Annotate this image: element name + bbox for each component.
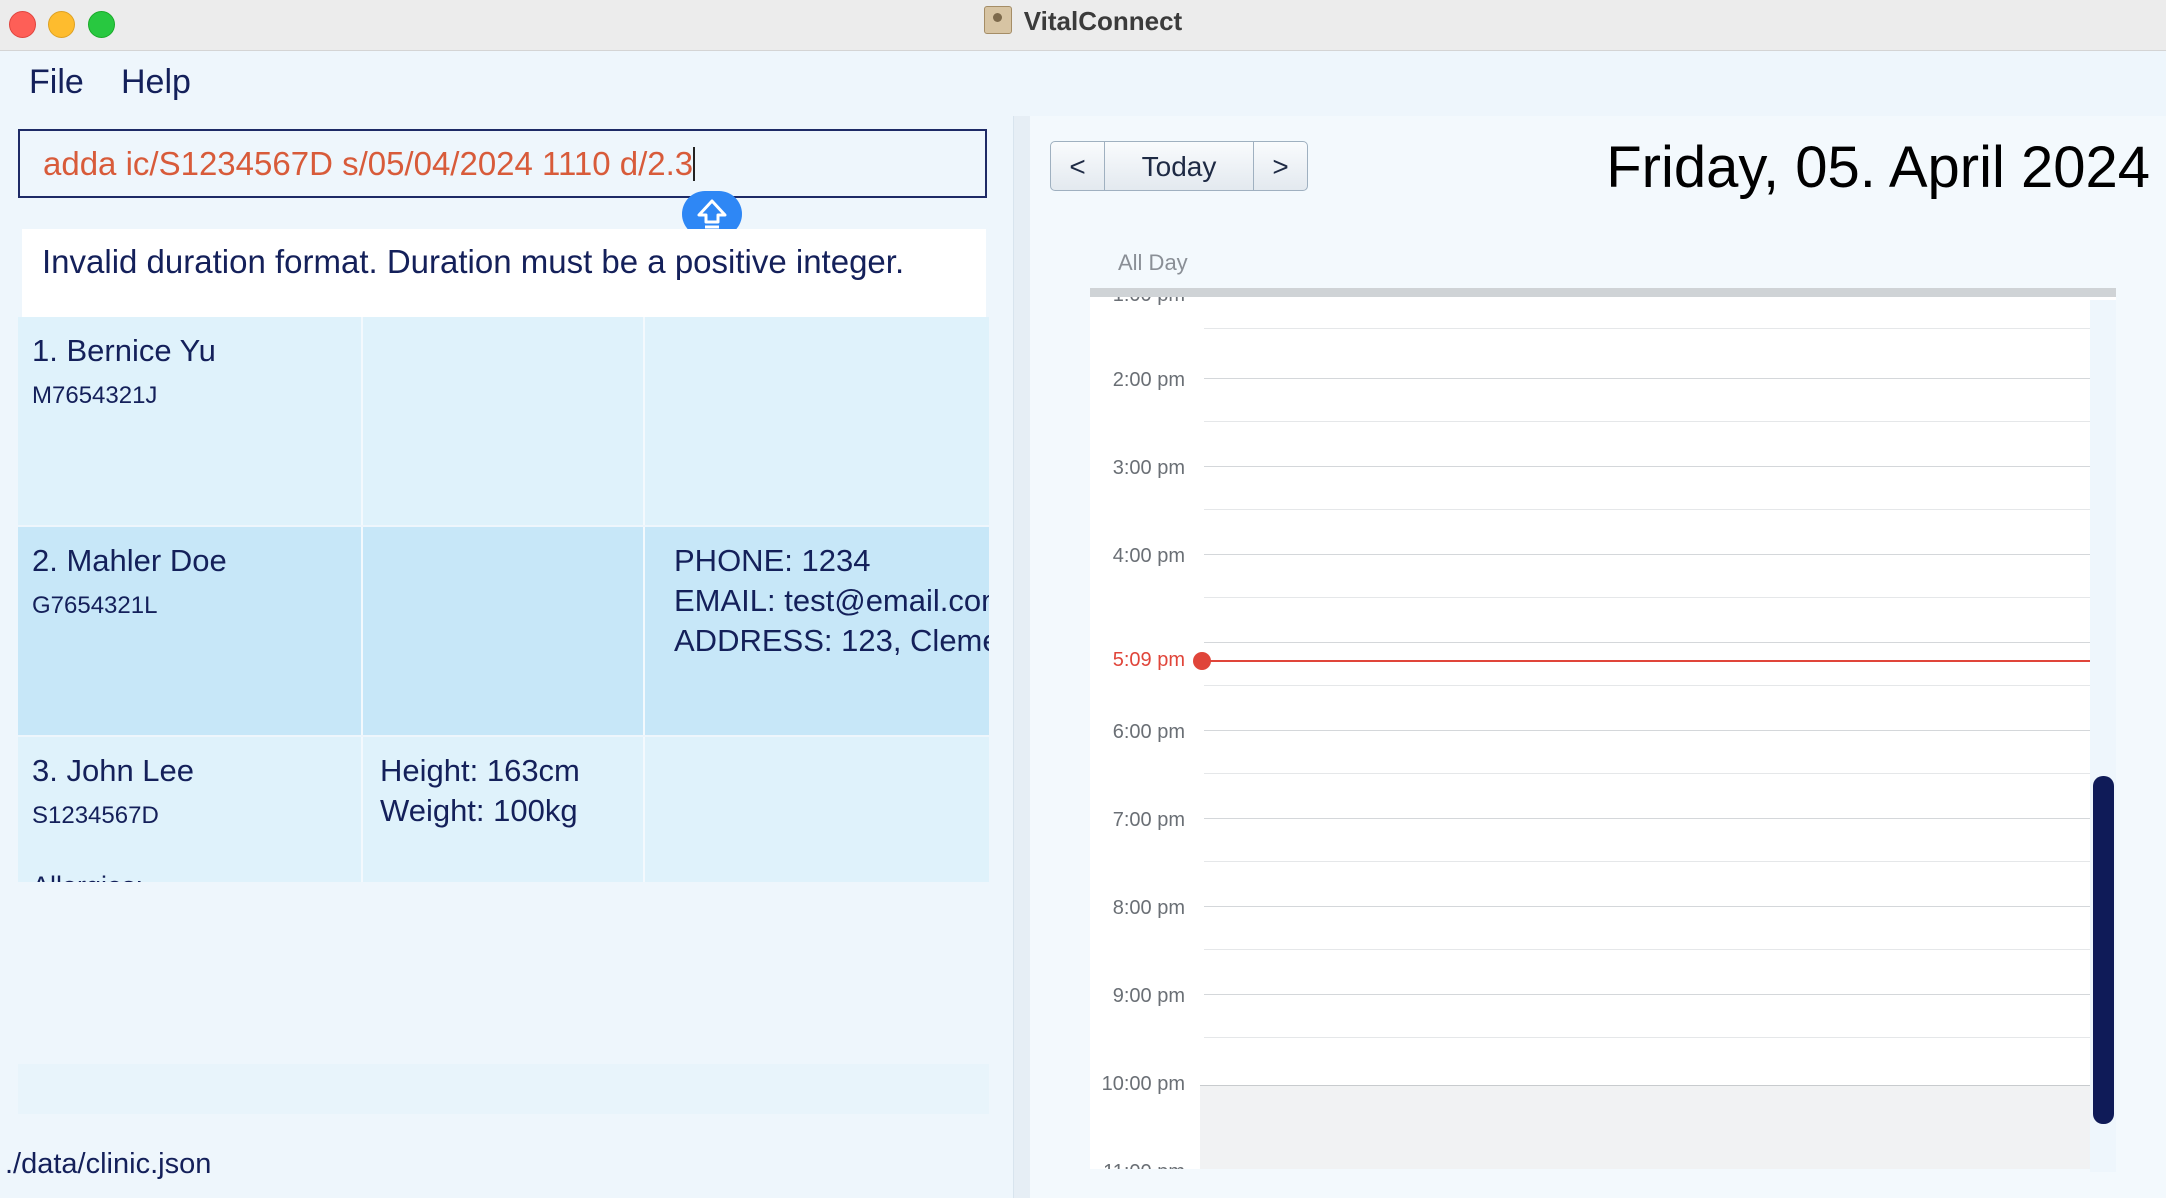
- hour-label: 11:00 pm: [1090, 1161, 1185, 1169]
- hour-line: [1204, 818, 2110, 819]
- hour-label: 4:00 pm: [1112, 545, 1185, 567]
- text-caret: [693, 147, 696, 181]
- hour-label: 9:00 pm: [1112, 985, 1185, 1007]
- column-divider: [643, 527, 645, 735]
- hour-line: [1204, 378, 2110, 379]
- half-hour-line: [1204, 509, 2110, 510]
- half-hour-line: [1204, 1037, 2110, 1038]
- current-time-label: 5:09 pm: [1112, 649, 1185, 671]
- column-divider: [361, 317, 363, 525]
- patient-name: 1. Bernice Yu: [32, 333, 216, 368]
- after-hours-area: [1200, 1085, 2116, 1169]
- column-divider: [643, 737, 645, 882]
- column-divider: [361, 527, 363, 735]
- patient-weight: Weight: 100kg: [380, 793, 578, 828]
- window-title: VitalConnect: [0, 0, 2166, 42]
- half-hour-line: [1204, 685, 2110, 686]
- patient-address: ADDRESS: 123, Clementi: [674, 623, 989, 658]
- hour-line: [1204, 554, 2110, 555]
- current-time-dot: [1193, 652, 1211, 670]
- panel-splitter[interactable]: [1013, 116, 1030, 1198]
- window-title-text: VitalConnect: [1023, 6, 1183, 36]
- hour-line: [1204, 730, 2110, 731]
- patient-height: Height: 163cm: [380, 753, 580, 788]
- status-bar-path: ./data/clinic.json: [5, 1148, 212, 1180]
- half-hour-line: [1204, 328, 2110, 329]
- title-bar: VitalConnect: [0, 0, 2166, 51]
- half-hour-line: [1204, 861, 2110, 862]
- result-message: Invalid duration format. Duration must b…: [42, 243, 905, 280]
- command-input-text: adda ic/S1234567D s/05/04/2024 1110 d/2.…: [43, 145, 696, 183]
- patient-row[interactable]: 1. Bernice Yu M7654321J: [18, 317, 989, 525]
- column-divider: [361, 737, 363, 882]
- hour-label: 8:00 pm: [1112, 897, 1185, 919]
- hour-label: 10:00 pm: [1101, 1073, 1185, 1095]
- patient-phone: PHONE: 1234: [674, 543, 871, 578]
- app-icon: [983, 6, 1012, 34]
- half-hour-line: [1204, 773, 2110, 774]
- previous-day-button[interactable]: <: [1050, 141, 1105, 191]
- hour-label: 2:00 pm: [1112, 369, 1185, 391]
- hour-label: 1:00 pm: [1090, 297, 1185, 307]
- menu-help[interactable]: Help: [121, 63, 191, 102]
- patient-name: 3. John Lee: [32, 753, 195, 788]
- next-day-button[interactable]: >: [1253, 141, 1308, 191]
- patient-name: 2. Mahler Doe: [32, 543, 227, 578]
- calendar-scrollbar-thumb[interactable]: [2093, 776, 2114, 1124]
- patient-list[interactable]: 1. Bernice Yu M7654321J 2. Mahler Doe G7…: [18, 317, 989, 882]
- patient-ic: G7654321L: [32, 592, 158, 619]
- today-button[interactable]: Today: [1104, 141, 1254, 191]
- allergies-label: Allergies:: [32, 871, 143, 882]
- menu-bar: File Help: [0, 51, 2166, 116]
- calendar-panel: < Today > Friday, 05. April 2024 All Day…: [1030, 116, 2166, 1198]
- list-empty-area: [18, 1064, 989, 1114]
- hour-label: 6:00 pm: [1112, 721, 1185, 743]
- patient-email: EMAIL: test@email.com: [674, 583, 989, 618]
- command-input[interactable]: adda ic/S1234567D s/05/04/2024 1110 d/2.…: [18, 129, 987, 198]
- current-time-line: [1204, 660, 2116, 662]
- half-hour-line: [1204, 421, 2110, 422]
- patient-row[interactable]: 2. Mahler Doe G7654321L PHONE: 1234 EMAI…: [18, 527, 989, 735]
- hour-line: [1204, 994, 2110, 995]
- hour-label: 7:00 pm: [1112, 809, 1185, 831]
- menu-file[interactable]: File: [29, 63, 84, 102]
- date-heading: Friday, 05. April 2024: [1606, 135, 2150, 200]
- hour-line: [1204, 906, 2110, 907]
- patient-ic: S1234567D: [32, 802, 159, 829]
- hour-line: [1204, 642, 2110, 643]
- hour-label: 3:00 pm: [1112, 457, 1185, 479]
- patient-ic: M7654321J: [32, 382, 158, 409]
- hour-line: [1204, 466, 2110, 467]
- day-schedule[interactable]: 1:00 pm 2:00 pm 3:00 pm 4:00 pm 5:09 pm …: [1090, 297, 2116, 1169]
- column-divider: [643, 317, 645, 525]
- all-day-label: All Day: [1118, 250, 1188, 275]
- command-value: adda ic/S1234567D s/05/04/2024 1110 d/2.…: [43, 145, 694, 182]
- all-day-row[interactable]: [1090, 288, 2116, 297]
- half-hour-line: [1204, 949, 2110, 950]
- half-hour-line: [1204, 597, 2110, 598]
- patient-row[interactable]: 3. John Lee S1234567D Height: 163cm Weig…: [18, 737, 989, 882]
